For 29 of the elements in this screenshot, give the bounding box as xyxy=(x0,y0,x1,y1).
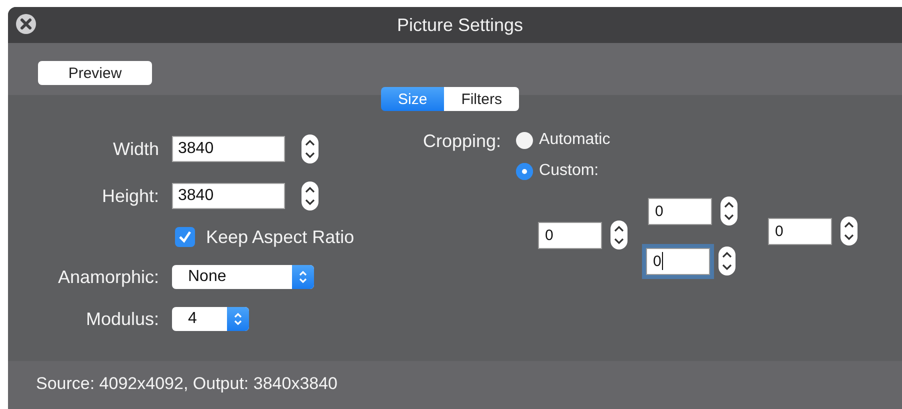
height-label: Height: xyxy=(100,186,159,206)
stepper-icon[interactable] xyxy=(718,246,736,276)
stepper-icon[interactable] xyxy=(301,134,319,164)
tab[interactable]: Filters xyxy=(444,87,520,111)
width-label: Width xyxy=(112,138,159,160)
radio-button[interactable] xyxy=(516,162,534,180)
stepper-icon[interactable] xyxy=(840,216,858,246)
crop-field[interactable]: 0 xyxy=(768,218,832,244)
checkbox-label: Keep Aspect Ratio xyxy=(206,226,354,248)
checkbox[interactable] xyxy=(175,227,195,247)
height-field[interactable]: 3840 xyxy=(172,183,285,209)
crop-field[interactable]: 0 xyxy=(538,222,602,248)
stepper-icon[interactable] xyxy=(301,181,319,211)
cropping-label: Cropping: xyxy=(423,130,502,153)
anamorphic-label: Anamorphic: xyxy=(56,266,159,288)
stepper-icon[interactable] xyxy=(720,196,738,226)
radio-button[interactable] xyxy=(516,132,534,148)
close-icon[interactable] xyxy=(16,14,36,34)
radio-label: Automatic xyxy=(539,131,610,149)
modulus-dropdown[interactable]: 4 xyxy=(172,307,249,331)
anamorphic-dropdown[interactable]: None xyxy=(172,265,314,289)
crop-field[interactable]: 0 xyxy=(648,198,712,224)
radio-label: Custom: xyxy=(539,162,599,180)
width-field[interactable]: 3840 xyxy=(172,136,285,162)
stepper-icon[interactable] xyxy=(610,220,628,250)
status-bar: Source: 4092x4092, Output: 3840x3840 xyxy=(8,361,902,409)
preview-button[interactable]: Preview xyxy=(38,61,152,85)
modulus-label: Modulus: xyxy=(84,308,159,330)
window-title: Picture Settings xyxy=(396,14,524,36)
